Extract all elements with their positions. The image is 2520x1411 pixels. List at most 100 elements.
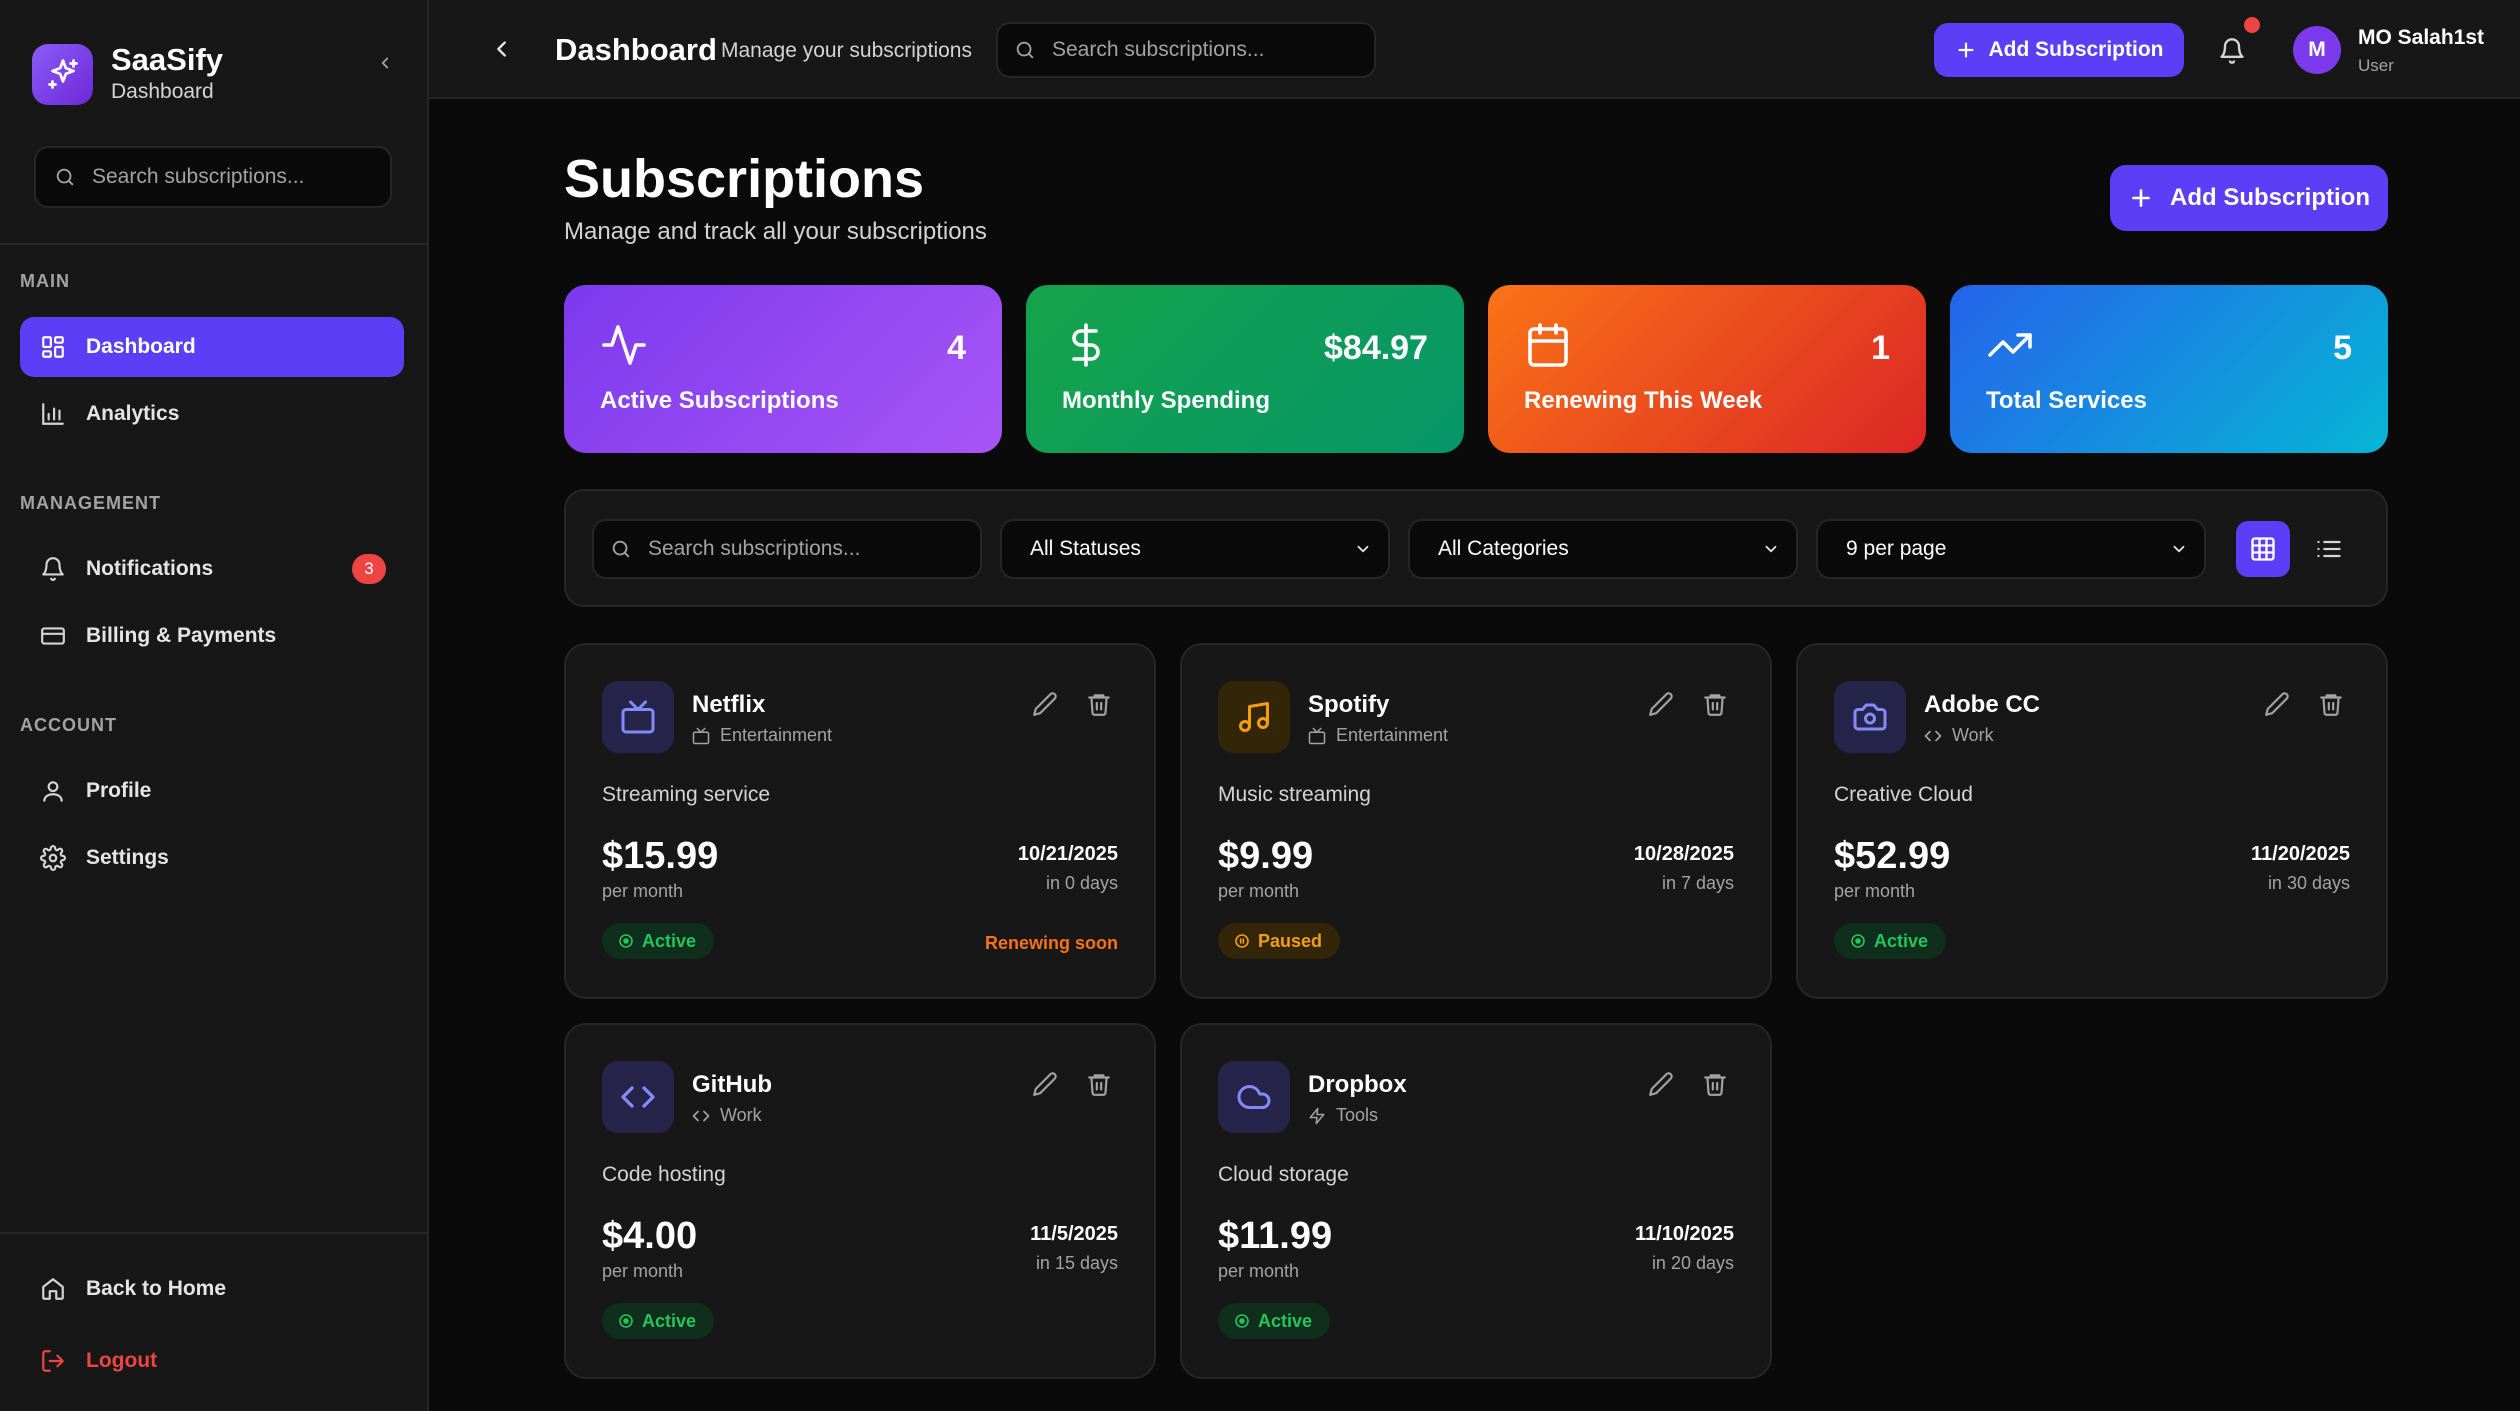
home-icon <box>38 1274 68 1304</box>
logout-icon <box>38 1346 68 1376</box>
sidebar-item-billing[interactable]: Billing & Payments <box>20 606 404 666</box>
notifications-count-badge: 3 <box>352 554 386 584</box>
stat-value: $84.97 <box>1324 329 1428 367</box>
add-subscription-button[interactable]: Add Subscription <box>2110 165 2388 231</box>
grid-view-toggle[interactable] <box>2236 521 2290 577</box>
brand-name: SaaSify <box>111 42 224 77</box>
delete-button[interactable] <box>1702 1071 1730 1099</box>
status-label: Active <box>642 930 697 951</box>
subscription-card-dropbox[interactable]: Dropbox Tools Cloud storage $11.99 per m… <box>1180 1023 1772 1379</box>
delete-button[interactable] <box>1702 691 1730 719</box>
renewal-countdown: in 20 days <box>1651 1253 1734 1273</box>
brand-subtitle: Dashboard <box>111 80 214 103</box>
sidebar-item-analytics[interactable]: Analytics <box>20 384 404 444</box>
stat-value: 4 <box>947 329 966 367</box>
sidebar-search-input[interactable] <box>92 165 361 189</box>
renewal-countdown: in 30 days <box>2267 873 2350 893</box>
edit-button[interactable] <box>1648 1071 1676 1099</box>
status-label: Active <box>1258 1310 1313 1331</box>
tv-icon <box>602 681 674 753</box>
stat-card-active: 4 Active Subscriptions <box>564 285 1002 453</box>
category-label: Work <box>1952 725 1994 745</box>
renewal-date: 11/20/2025 <box>2251 843 2350 865</box>
page-subtitle: Manage and track all your subscriptions <box>564 218 987 245</box>
edit-button[interactable] <box>1032 691 1060 719</box>
sidebar-item-profile[interactable]: Profile <box>20 761 404 821</box>
subscription-card-adobe-cc[interactable]: Adobe CC Work Creative Cloud $52.99 per … <box>1796 643 2388 999</box>
status-badge: Paused <box>1218 923 1341 959</box>
trash-icon <box>1088 694 1110 716</box>
sidebar-item-notifications[interactable]: Notifications 3 <box>20 539 404 599</box>
back-to-home-label: Back to Home <box>86 1277 227 1300</box>
collapse-sidebar-button[interactable] <box>370 48 400 78</box>
code-icon <box>602 1061 674 1133</box>
status-badge: Active <box>602 1303 715 1339</box>
user-icon <box>38 776 68 806</box>
activity-icon <box>600 321 648 369</box>
delete-button[interactable] <box>1086 1071 1114 1099</box>
chevron-down-icon <box>2173 545 2185 553</box>
edit-button[interactable] <box>1648 691 1676 719</box>
category-label: Work <box>720 1105 762 1125</box>
category-select-value: All Categories <box>1438 537 1569 560</box>
header-search[interactable] <box>996 22 1376 78</box>
back-to-home-link[interactable]: Back to Home <box>20 1259 404 1319</box>
subscription-name: GitHub <box>692 1071 772 1098</box>
filter-search[interactable] <box>592 519 982 579</box>
sparkles-icon <box>32 43 93 105</box>
header-subtitle: Manage your subscriptions <box>721 39 972 62</box>
trash-icon <box>1704 1074 1726 1096</box>
list-view-toggle[interactable] <box>2302 521 2356 577</box>
status-badge: Active <box>1834 923 1947 959</box>
subscription-card-spotify[interactable]: Spotify Entertainment Music streaming $9… <box>1180 643 1772 999</box>
subscription-price: $15.99 <box>602 835 719 877</box>
notifications-bell-button[interactable] <box>2215 34 2249 68</box>
sidebar-search[interactable] <box>34 146 392 208</box>
subscription-card-github[interactable]: GitHub Work Code hosting $4.00 per month… <box>564 1023 1156 1379</box>
subscription-description: Creative Cloud <box>1834 783 1973 806</box>
renewal-date: 11/10/2025 <box>1635 1223 1734 1245</box>
trash-icon <box>2320 694 2342 716</box>
search-icon <box>612 540 630 558</box>
music-icon <box>1218 681 1290 753</box>
camera-icon <box>1834 681 1906 753</box>
renewal-countdown: in 15 days <box>1035 1253 1118 1273</box>
trash-icon <box>1088 1074 1110 1096</box>
category-select[interactable]: All Categories <box>1408 519 1798 579</box>
sidebar: SaaSify Dashboard MAIN Dashboard Analyti… <box>0 0 429 1411</box>
sidebar-item-label: Settings <box>86 846 169 869</box>
pencil-icon <box>1033 692 1057 716</box>
brand[interactable]: SaaSify Dashboard <box>32 42 223 106</box>
header-search-input[interactable] <box>1052 38 1340 62</box>
delete-button[interactable] <box>1086 691 1114 719</box>
page-title: Subscriptions <box>564 149 925 209</box>
subscription-description: Streaming service <box>602 783 771 806</box>
edit-button[interactable] <box>2264 691 2292 719</box>
per-page-select[interactable]: 9 per page <box>1816 519 2206 579</box>
pause-icon <box>1235 934 1249 948</box>
sidebar-item-dashboard[interactable]: Dashboard <box>20 317 404 377</box>
renewal-countdown: in 0 days <box>1045 873 1118 893</box>
grid-icon <box>2251 537 2275 561</box>
per-page-select-value: 9 per page <box>1846 537 1947 560</box>
sidebar-item-settings[interactable]: Settings <box>20 828 404 888</box>
back-button[interactable] <box>487 34 517 64</box>
sidebar-item-label: Notifications <box>86 557 214 580</box>
status-label: Active <box>642 1310 697 1331</box>
status-dot-icon <box>619 934 633 948</box>
status-dot-icon <box>1851 934 1865 948</box>
status-select-value: All Statuses <box>1030 537 1141 560</box>
logout-button[interactable]: Logout <box>20 1331 404 1391</box>
status-select[interactable]: All Statuses <box>1000 519 1390 579</box>
sidebar-item-label: Profile <box>86 779 152 802</box>
top-header: Dashboard Manage your subscriptions Add … <box>429 0 2520 99</box>
edit-button[interactable] <box>1032 1071 1060 1099</box>
delete-button[interactable] <box>2318 691 2346 719</box>
section-label-main: MAIN <box>20 271 70 291</box>
subscription-card-netflix[interactable]: Netflix Entertainment Streaming service … <box>564 643 1156 999</box>
avatar[interactable]: M <box>2293 26 2341 74</box>
filter-bar: All Statuses All Categories 9 per page <box>564 489 2388 607</box>
stat-label: Monthly Spending <box>1062 387 1270 414</box>
filter-search-input[interactable] <box>648 537 944 561</box>
header-add-subscription-button[interactable]: Add Subscription <box>1934 23 2184 77</box>
